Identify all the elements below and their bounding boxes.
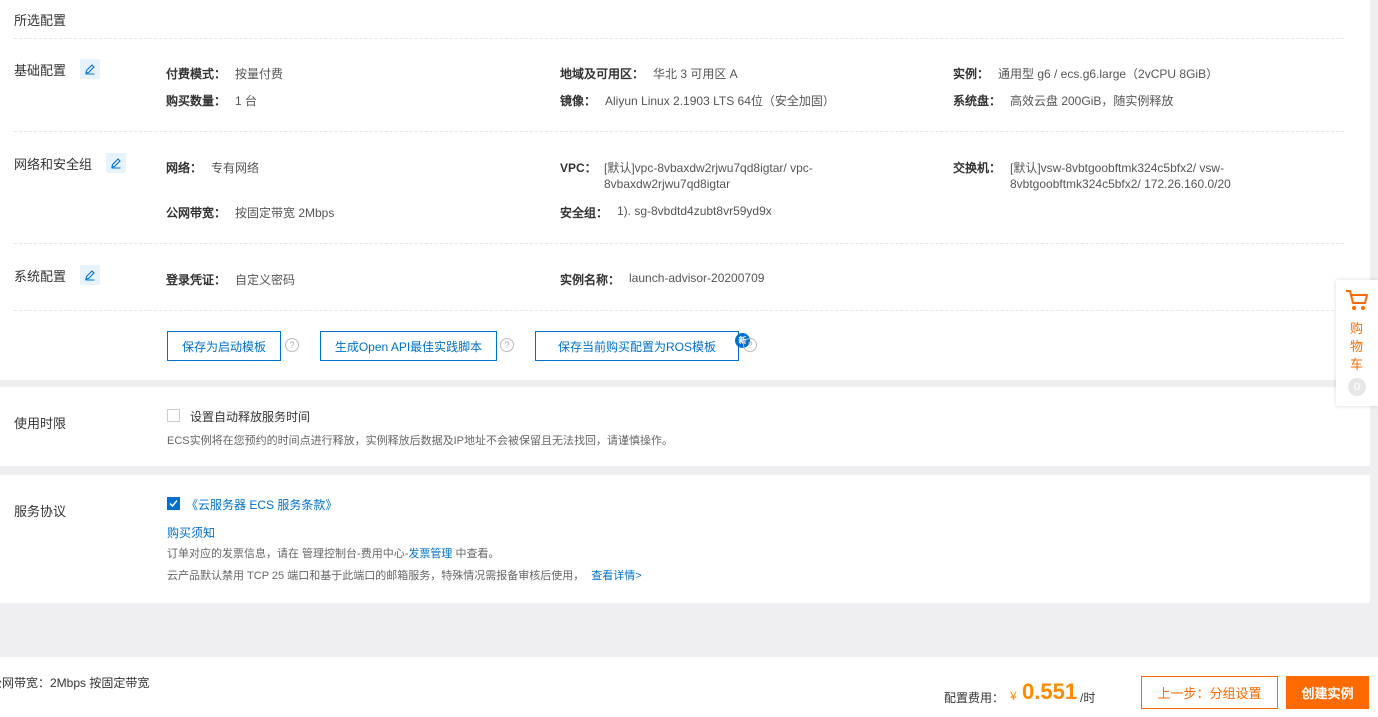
network-value: 专有网络 <box>211 161 260 175</box>
network-label: 网络： <box>166 161 203 175</box>
usage-period-card: 使用时限 设置自动释放服务时间 ECS实例将在您预约的时间点进行释放，实例释放后… <box>0 387 1370 466</box>
disk-label: 系统盘： <box>953 94 1002 108</box>
help-icon[interactable]: ? <box>743 338 757 352</box>
previous-step-button[interactable]: 上一步：分组设置 <box>1141 676 1278 709</box>
bandwidth-summary: 公网带宽：2Mbps 按固定带宽 <box>0 676 150 690</box>
edit-network-config-button[interactable] <box>106 153 126 173</box>
footer-bar: 公网带宽：2Mbps 按固定带宽 配置费用： ¥ 0.551 /时 上一步：分组… <box>0 657 1378 717</box>
create-instance-button[interactable]: 创建实例 <box>1286 676 1369 709</box>
login-credential-value: 自定义密码 <box>235 273 296 287</box>
divider <box>14 310 1344 311</box>
region-value: 华北 3 可用区 A <box>653 67 738 81</box>
switch-value-line1: [默认]vsw-8vbtgoobftmk324c5bfx2/ vsw- <box>1010 161 1225 175</box>
pencil-icon <box>85 64 95 75</box>
pencil-icon <box>111 158 121 169</box>
basic-config-title: 基础配置 <box>14 63 67 78</box>
divider <box>14 131 1344 132</box>
security-group-value: 1). sg-8vbdtd4zubt8vr59yd9x <box>617 204 772 218</box>
invoice-note: 订单对应的发票信息，请在 管理控制台-费用中心-发票管理 中查看。 <box>167 545 499 561</box>
usage-period-title: 使用时限 <box>14 416 67 431</box>
tcp25-note: 云产品默认禁用 TCP 25 端口和基于此端口的邮箱服务，特殊情况需报备审核后使… <box>167 567 642 583</box>
bandwidth-label: 公网带宽： <box>166 206 227 220</box>
price-value: 0.551 <box>1022 679 1078 704</box>
divider <box>14 243 1344 244</box>
switch-value-line2: 8vbtgoobftmk324c5bfx2/ 172.26.160.0/20 <box>1010 177 1231 191</box>
instance-name-value: launch-advisor-20200709 <box>629 271 765 285</box>
switch-label: 交换机： <box>953 161 1002 175</box>
shopping-cart-widget[interactable]: 购 物 车 0 <box>1336 280 1378 406</box>
invoice-note-suffix: 中查看。 <box>452 548 500 560</box>
checkmark-icon <box>169 500 178 508</box>
network-config-title: 网络和安全组 <box>14 157 93 172</box>
instance-value: 通用型 g6 / ecs.g6.large（2vCPU 8GiB） <box>998 67 1219 81</box>
instance-name-label: 实例名称： <box>560 273 621 287</box>
region-label: 地域及可用区： <box>560 67 645 81</box>
help-icon[interactable]: ? <box>500 338 514 352</box>
edit-system-config-button[interactable] <box>80 265 100 285</box>
login-credential-label: 登录凭证： <box>166 273 227 287</box>
cart-icon <box>1346 290 1368 310</box>
bandwidth-value: 按固定带宽 2Mbps <box>235 206 335 220</box>
selected-config-title: 所选配置 <box>14 13 67 28</box>
cart-label-char-3: 车 <box>1350 357 1364 372</box>
view-details-link[interactable]: 查看详情> <box>591 570 641 582</box>
service-agreement-title: 服务协议 <box>14 504 67 519</box>
cart-label-char-1: 购 <box>1350 321 1364 336</box>
invoice-note-prefix: 订单对应的发票信息，请在 管理控制台-费用中心- <box>167 548 409 560</box>
vpc-label: VPC： <box>560 161 597 175</box>
service-agreement-card: 服务协议 《云服务器 ECS 服务条款》 购买须知 订单对应的发票信息，请在 管… <box>0 475 1370 603</box>
currency-symbol: ¥ <box>1010 689 1017 703</box>
edit-basic-config-button[interactable] <box>80 59 100 79</box>
security-group-label: 安全组： <box>560 206 609 220</box>
instance-label: 实例： <box>953 67 990 81</box>
cart-count-badge: 0 <box>1348 378 1366 396</box>
save-ros-template-button[interactable]: 保存当前购买配置为ROS模板 <box>535 331 739 361</box>
image-label: 镜像： <box>560 94 597 108</box>
disk-value: 高效云盘 200GiB，随实例释放 <box>1010 94 1174 108</box>
image-value: Aliyun Linux 2.1903 LTS 64位（安全加固） <box>605 94 835 108</box>
vpc-value-line2: 8vbaxdw2rjwu7qd8igtar <box>604 177 731 191</box>
billing-label: 付费模式： <box>166 67 227 81</box>
price-unit: /时 <box>1080 691 1096 705</box>
fee-label: 配置费用： <box>944 691 1005 705</box>
quantity-value: 1 台 <box>235 94 258 108</box>
auto-release-checkbox[interactable] <box>167 409 180 422</box>
divider <box>14 38 1344 39</box>
agreement-checkbox[interactable] <box>167 497 180 510</box>
pencil-icon <box>85 270 95 281</box>
auto-release-label[interactable]: 设置自动释放服务时间 <box>190 408 310 425</box>
help-icon[interactable]: ? <box>285 338 299 352</box>
system-config-title: 系统配置 <box>14 269 67 284</box>
tcp25-note-text: 云产品默认禁用 TCP 25 端口和基于此端口的邮箱服务，特殊情况需报备审核后使… <box>167 570 585 582</box>
billing-value: 按量付费 <box>235 67 284 81</box>
purchase-notice-link[interactable]: 购买须知 <box>167 524 215 541</box>
quantity-label: 购买数量： <box>166 94 227 108</box>
tos-link[interactable]: 《云服务器 ECS 服务条款》 <box>186 496 337 513</box>
invoice-management-link[interactable]: 发票管理 <box>408 548 452 560</box>
vpc-value-line1: [默认]vpc-8vbaxdw2rjwu7qd8igtar/ vpc- <box>604 161 813 175</box>
generate-openapi-script-button[interactable]: 生成Open API最佳实践脚本 <box>320 331 497 361</box>
auto-release-note: ECS实例将在您预约的时间点进行释放，实例释放后数据及IP地址不会被保留且无法找… <box>167 435 674 447</box>
cart-label-char-2: 物 <box>1350 339 1364 354</box>
save-launch-template-button[interactable]: 保存为启动模板 <box>167 331 281 361</box>
selected-config-card: 所选配置 基础配置 付费模式： 按量付费 地域及可用区： 华北 3 可用区 A … <box>0 0 1370 380</box>
